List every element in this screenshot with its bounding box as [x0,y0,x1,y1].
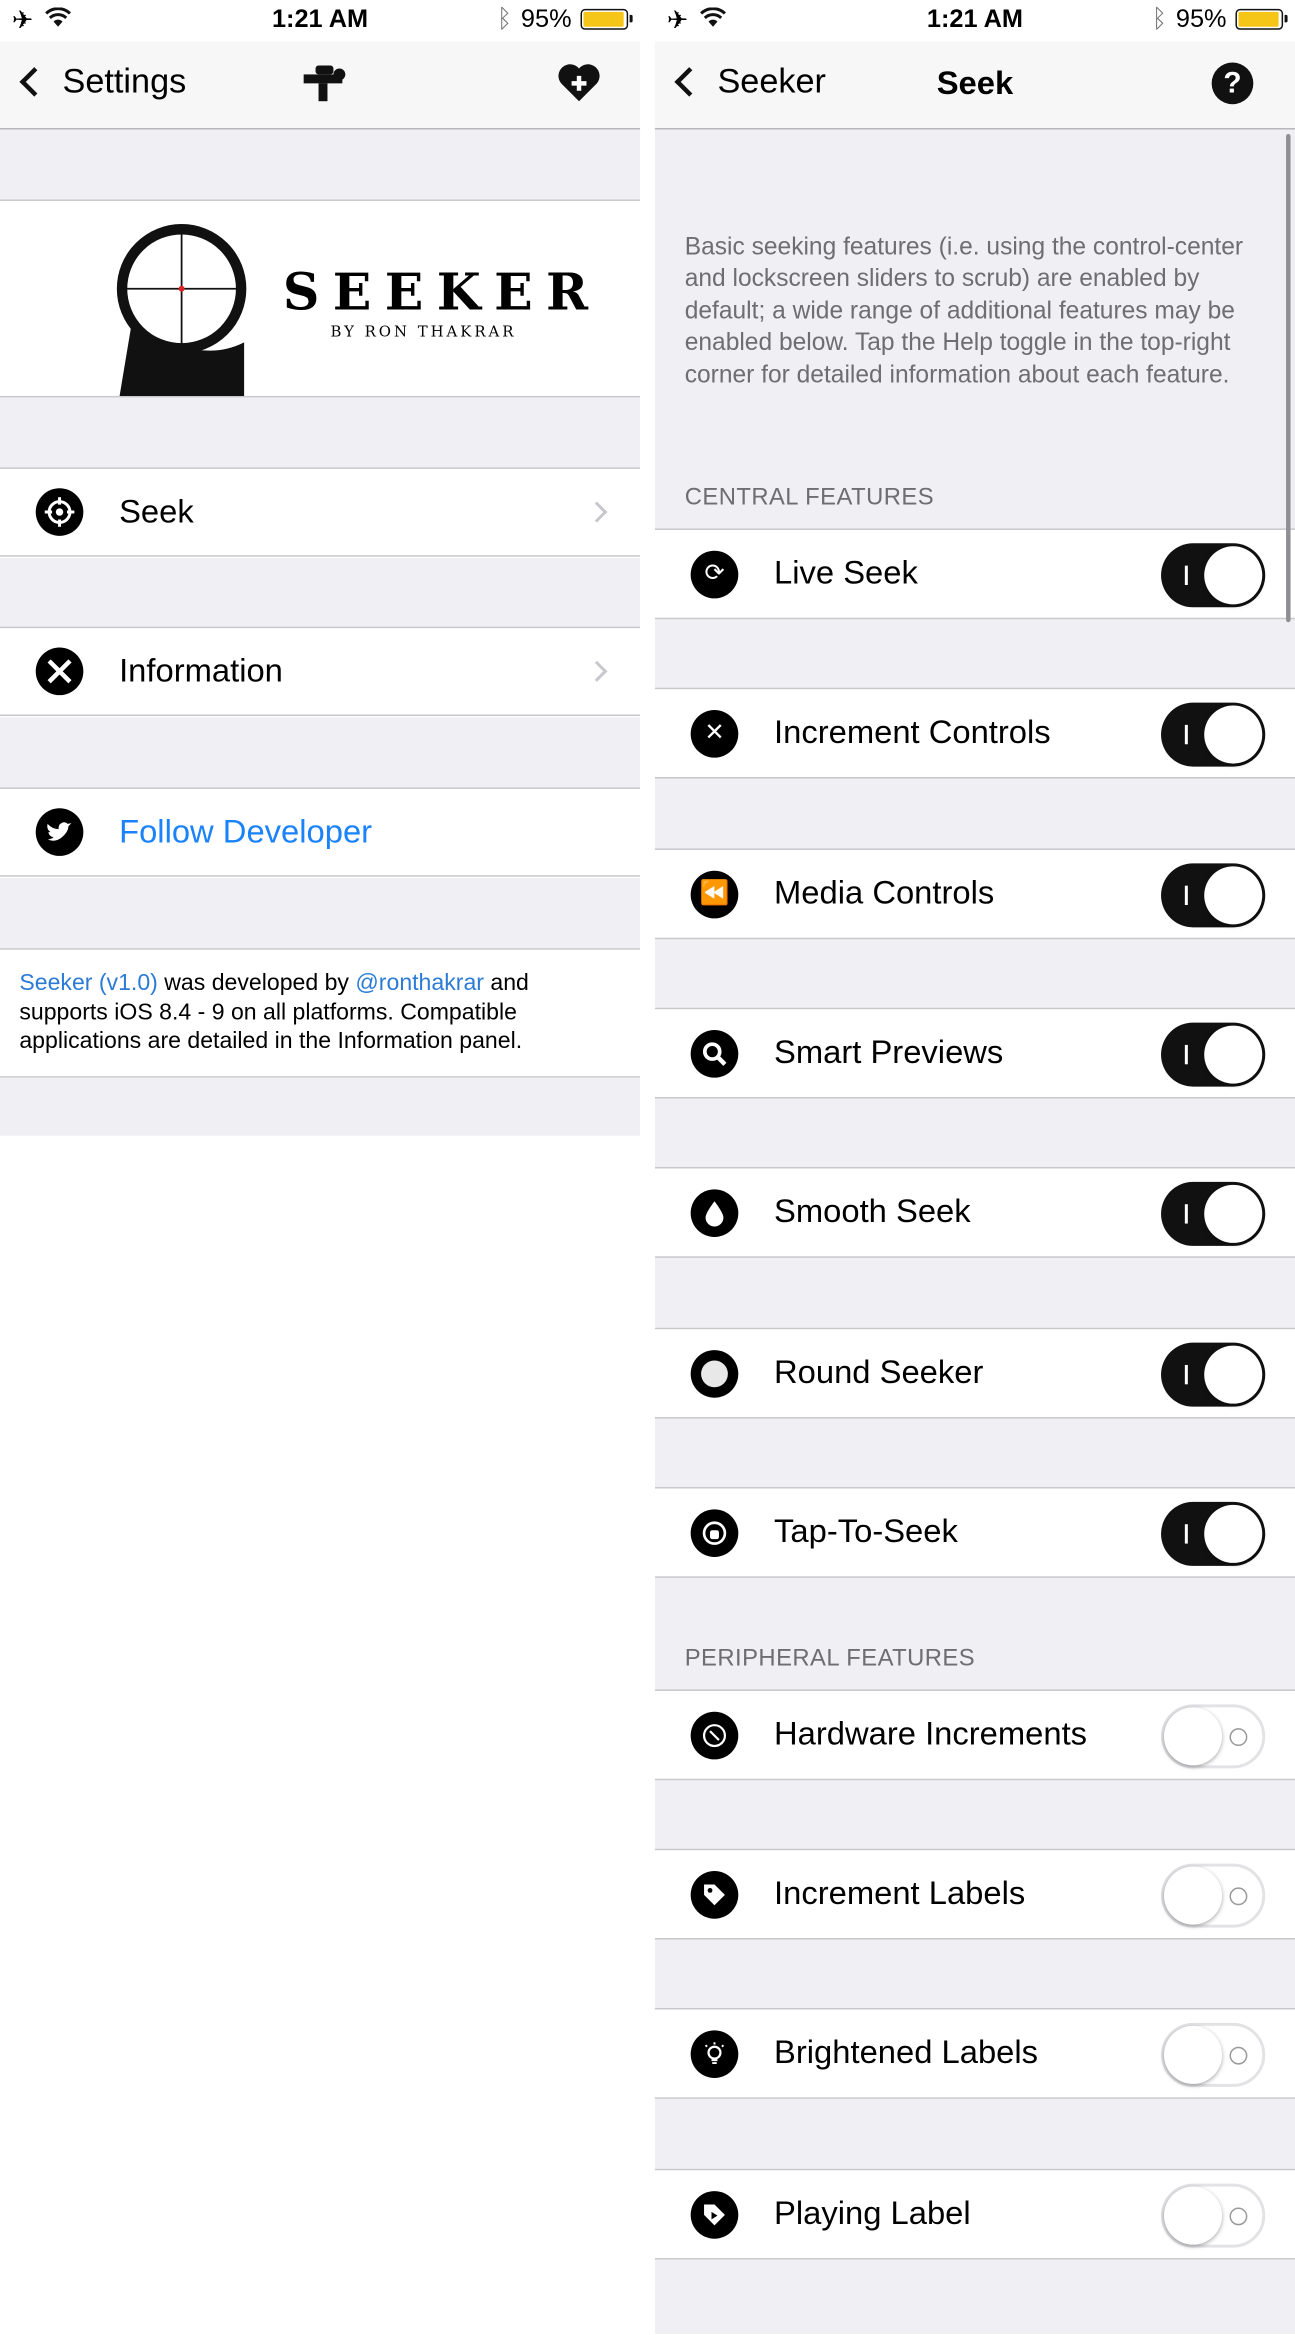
status-right: ᛒ 95% [1151,4,1288,34]
spacer [0,129,641,200]
section-header: CENTRAL FEATURES [684,485,935,511]
row-hardware-increments: Hardware Increments [654,1689,1295,1781]
page-title: Seek [936,64,1014,102]
menu-item-seek[interactable]: Seek [0,467,641,557]
fast-forward-icon: ⏪ [690,870,739,919]
droplet-icon [690,1189,739,1237]
menu-item-label: Follow Developer [119,812,373,850]
battery-percent: 95% [1175,4,1227,33]
lightbulb-icon [690,2030,739,2078]
banner: SEEKER BY RON THAKRAR [0,199,641,398]
row-label: Increment Controls [774,712,1051,751]
circle-icon [690,1350,739,1398]
row-smart-previews: Smart Previews [654,1007,1295,1099]
row-brightened-labels: Brightened Labels [654,2008,1295,2099]
refresh-icon: ⟳ [690,550,739,599]
compass-icon [690,1711,739,1760]
scope-crosshair-icon [116,224,247,396]
bluetooth-icon: ᛒ [496,4,513,33]
menu-item-label: Information [119,651,283,690]
row-smooth-seek: Smooth Seek [654,1166,1295,1258]
hand-tap-icon [690,1509,739,1557]
description-text: Basic seeking features (i.e. using the c… [684,233,1244,388]
screen: ✈ 1:21 AM ᛒ 95% Settings SEEKER BY RON T… [0,0,1295,2334]
tools-icon [35,647,84,696]
hardware-increments-toggle[interactable] [1161,1704,1266,1769]
footer-text-part: was developed by [157,970,356,996]
seek-pane: ✈ 1:21 AM ᛒ 95% Seeker Seek ? Basic seek… [654,0,1295,2334]
question-mark-icon[interactable]: ? [1211,62,1254,105]
row-media-controls: ⏪ Media Controls [654,848,1295,940]
chevron-right-icon [586,501,608,523]
chevron-right-icon [586,660,608,682]
crosshair-icon [35,488,84,536]
magnifier-icon [690,1030,739,1078]
twitter-bird-icon [35,808,84,856]
smooth-seek-toggle[interactable] [1161,1181,1266,1246]
heart-plus-icon[interactable] [557,63,602,111]
back-button[interactable]: Settings [15,61,186,101]
row-round-seeker: Round Seeker [654,1327,1295,1419]
row-label: Media Controls [774,873,995,911]
tap-to-seek-toggle[interactable] [1161,1501,1266,1566]
spacer [0,1077,641,1136]
round-seeker-toggle[interactable] [1161,1342,1266,1407]
back-label: Settings [62,61,187,100]
spacer [0,397,641,469]
author-link[interactable]: @ronthakrar [355,971,484,996]
banner-byline: BY RON THAKRAR [330,324,517,341]
status-bar: ✈ 1:21 AM ᛒ 95% [654,0,1295,42]
expand-arrows-icon: ✕ [690,710,739,758]
menu-item-label: Seek [119,492,194,530]
battery-icon [1235,8,1288,30]
nav-bar: Seeker Seek ? [654,41,1295,130]
playing-label-toggle[interactable] [1161,2183,1266,2248]
status-right: ᛒ 95% [496,4,633,34]
spacer [0,717,641,788]
row-label: Brightened Labels [774,2033,1039,2071]
row-label: Live Seek [774,553,918,591]
spacer [0,558,641,629]
menu-item-information[interactable]: Information [0,626,641,716]
smart-previews-toggle[interactable] [1161,1022,1266,1087]
media-controls-toggle[interactable] [1161,863,1266,928]
footer-text: Seeker (v1.0) was developed by @ronthakr… [19,969,622,1056]
row-live-seek: ⟳ Live Seek [654,528,1295,620]
sniper-rifle-icon [298,60,349,115]
row-tap-to-seek: Tap-To-Seek [654,1487,1295,1578]
row-label: Round Seeker [774,1353,984,1391]
brightened-labels-toggle[interactable] [1161,2022,1266,2087]
live-seek-toggle[interactable] [1161,543,1266,608]
row-label: Hardware Increments [774,1714,1088,1752]
tag-icon [690,1871,739,1919]
battery-icon [580,8,633,30]
row-label: Smooth Seek [774,1192,971,1230]
nav-bar: Settings [0,41,641,130]
section-header: PERIPHERAL FEATURES [684,1646,976,1672]
settings-pane: ✈ 1:21 AM ᛒ 95% Settings SEEKER BY RON T… [0,0,641,2334]
row-playing-label: Playing Label [654,2168,1295,2260]
chevron-left-icon [19,66,49,96]
menu-item-follow-developer[interactable]: Follow Developer [0,787,641,877]
spacer [0,878,641,949]
version-link[interactable]: Seeker (v1.0) [19,971,158,996]
row-label: Tap-To-Seek [774,1512,958,1550]
row-label: Playing Label [774,2194,971,2232]
increment-labels-toggle[interactable] [1161,1863,1266,1928]
increment-controls-toggle[interactable] [1161,702,1266,767]
scrollbar[interactable] [1286,133,1291,623]
status-bar: ✈ 1:21 AM ᛒ 95% [0,0,640,42]
row-label: Smart Previews [774,1033,1004,1071]
row-increment-controls: ✕ Increment Controls [654,687,1295,779]
battery-percent: 95% [520,4,572,33]
bluetooth-icon: ᛒ [1151,4,1167,33]
banner-title: SEEKER [282,263,602,324]
tag-play-icon [690,2191,739,2239]
row-label: Increment Labels [774,1874,1026,1912]
row-increment-labels: Increment Labels [654,1848,1295,1940]
